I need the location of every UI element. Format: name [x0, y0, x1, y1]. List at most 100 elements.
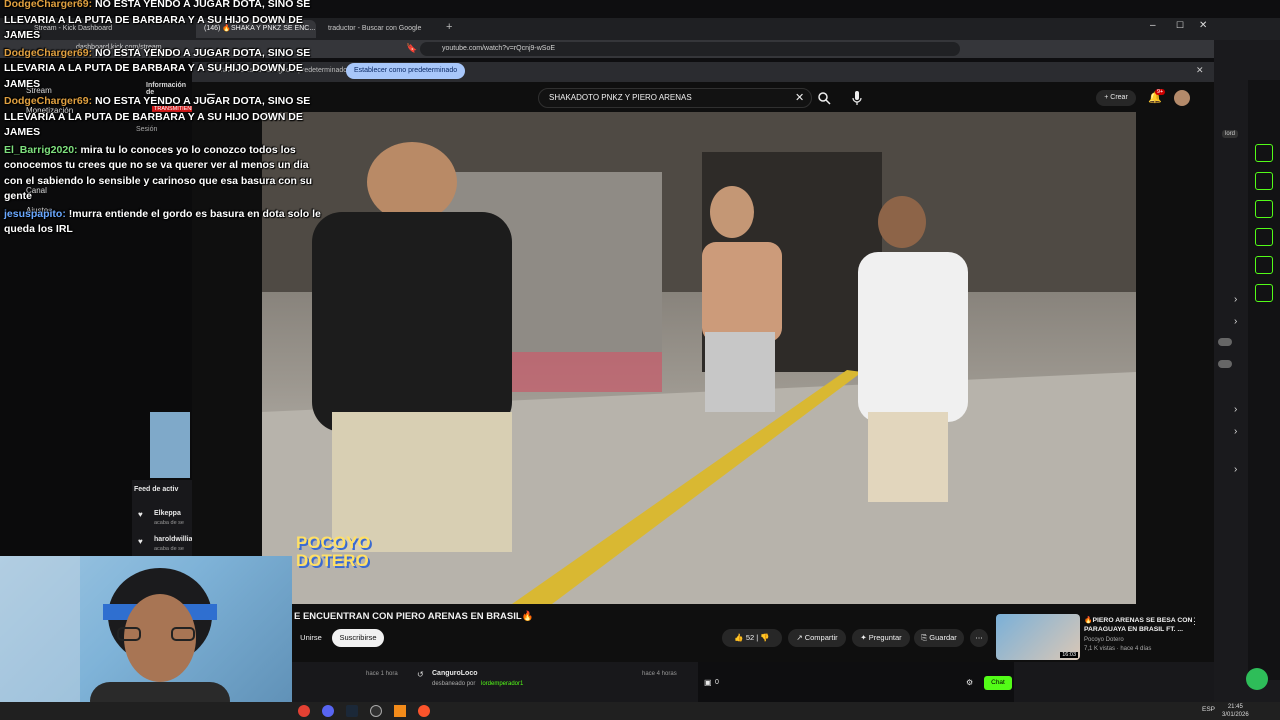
join-button[interactable]: Unirse — [296, 629, 326, 647]
brave-icon[interactable] — [418, 705, 430, 717]
like-icon[interactable]: 👍 — [734, 633, 743, 642]
toggle-switch[interactable] — [1218, 338, 1232, 346]
clock[interactable]: 21:45 3/01/2026 — [1222, 703, 1249, 719]
clock-time: 21:45 — [1227, 704, 1243, 710]
create-button[interactable]: + Crear — [1096, 90, 1136, 106]
notification-count: 9+ — [1155, 89, 1166, 95]
chevron-right-icon[interactable]: › — [1234, 316, 1237, 327]
discord-icon[interactable] — [322, 705, 334, 717]
tool-icon[interactable] — [1255, 200, 1273, 218]
tool-icon[interactable] — [1255, 172, 1273, 190]
url-text: youtube.com/watch?v=rQcnj9-wSoE — [442, 45, 556, 52]
video-frame — [262, 112, 1136, 604]
save-label: Guardar — [929, 633, 957, 642]
recommended-meta: Pocoyo Dotero 7,1 K vistas · hace 4 días — [1084, 636, 1151, 654]
chat-username: El_Barrig2020: — [4, 143, 78, 156]
share-button[interactable]: ↗ Compartir — [788, 629, 846, 647]
chat-username: DodgeCharger69: — [4, 0, 93, 10]
new-tab-icon[interactable]: + — [446, 21, 452, 33]
chat-message: El_Barrig2020: mira tu lo conoces yo lo … — [4, 143, 322, 205]
gift-icon[interactable]: ▣ — [704, 678, 712, 687]
lord-badge: lord — [1222, 130, 1239, 138]
minimize-icon[interactable]: – — [1150, 20, 1156, 31]
viewer-count: 0 — [715, 679, 719, 686]
chat-username: DodgeCharger69: — [4, 46, 93, 59]
tab-google-search[interactable]: traductor - Buscar con Google — [320, 20, 444, 38]
streamer-face — [0, 556, 230, 720]
chevron-right-icon[interactable]: › — [1234, 464, 1237, 475]
message-time: hace 4 horas — [642, 671, 677, 677]
clear-search-icon[interactable]: ✕ — [795, 91, 804, 104]
chat-message: DodgeCharger69: NO ESTA YENDO A JUGAR DO… — [4, 94, 322, 141]
unban-icon: ↺ — [417, 670, 424, 679]
chat-moderator[interactable]: lordemperador1 — [481, 681, 523, 687]
send-chat-button[interactable]: Chat — [984, 676, 1012, 690]
kick-chat-panel: hace 1 hora ↺ CanguroLoco desbaneado por… — [292, 662, 1214, 702]
microphone-icon[interactable] — [851, 90, 863, 106]
chat-username: DodgeCharger69: — [4, 95, 93, 107]
video-title: E ENCUENTRAN CON PIERO ARENAS EN BRASIL🔥 — [294, 611, 534, 622]
tool-rail: › › › › › — [1218, 80, 1280, 680]
recommended-thumbnail[interactable]: 16:03 — [996, 614, 1080, 660]
chat-username[interactable]: CanguroLoco — [432, 670, 478, 677]
steam-icon[interactable] — [346, 705, 358, 717]
ask-button[interactable]: ✦ Preguntar — [852, 629, 910, 647]
subscribe-button[interactable]: Suscribirse — [332, 629, 384, 647]
activity-name: haroldwillia — [154, 536, 192, 543]
chat-message: DodgeCharger69: NO ESTA YENDO A JUGAR DO… — [4, 0, 322, 44]
language-indicator[interactable]: ESP — [1202, 706, 1215, 713]
chat-message: jesuspapito: !murra entiende el gordo es… — [4, 207, 322, 238]
tool-icon[interactable] — [1255, 228, 1273, 246]
activity-name: Elkeppa — [154, 510, 181, 517]
like-count: 52 — [745, 633, 755, 642]
tab-label: traductor - Buscar con Google — [328, 25, 422, 32]
sparkle-icon: ✦ — [860, 633, 867, 642]
tool-icon[interactable] — [1255, 144, 1273, 162]
toggle-switch[interactable] — [1218, 360, 1232, 368]
close-window-icon[interactable]: ✕ — [1199, 20, 1207, 31]
ask-label: Preguntar — [868, 633, 902, 642]
clock-date: 3/01/2026 — [1222, 712, 1249, 718]
search-query: SHAKADOTO PNKZ Y PIERO ARENAS — [549, 93, 692, 102]
bookmark-icon[interactable]: 🔖 — [406, 43, 417, 54]
dislike-icon[interactable]: 👎 — [760, 633, 769, 642]
explorer-icon[interactable] — [394, 705, 406, 717]
save-icon: ⎘ — [921, 633, 928, 642]
chevron-right-icon[interactable]: › — [1234, 404, 1237, 415]
youtube-search-input[interactable]: SHAKADOTO PNKZ Y PIERO ARENAS — [538, 88, 812, 108]
webcam-overlay — [0, 556, 292, 720]
chat-input-area[interactable]: ▣ 0 ⚙ Chat — [698, 662, 1014, 702]
chevron-right-icon[interactable]: › — [1234, 294, 1237, 305]
recommended-channel: Pocoyo Dotero — [1084, 637, 1124, 643]
activity-header: Feed de activ — [134, 486, 179, 493]
address-bar[interactable]: youtube.com/watch?v=rQcnj9-wSoE — [420, 42, 960, 56]
preview-thumbnail — [150, 412, 190, 478]
help-chat-button[interactable] — [1246, 668, 1268, 690]
activity-feed: Feed de activ ♥ Elkeppa acaba de se ♥ ha… — [132, 480, 192, 556]
avatar[interactable] — [1174, 90, 1190, 106]
chat-action: desbaneado por — [432, 681, 476, 687]
more-icon: ⋯ — [975, 633, 983, 642]
obs-icon[interactable] — [370, 705, 382, 717]
create-label: Crear — [1110, 94, 1128, 101]
chat-username: jesuspapito: — [4, 207, 66, 220]
chevron-right-icon[interactable]: › — [1234, 426, 1237, 437]
watermark-line1: POCOYO — [296, 533, 371, 552]
maximize-icon[interactable]: ☐ — [1176, 20, 1184, 31]
close-infobar-icon[interactable]: ✕ — [1196, 65, 1204, 76]
set-default-button[interactable]: Establecer como predeterminado — [346, 63, 466, 79]
chat-message: DodgeCharger69: NO ESTA YENDO A JUGAR DO… — [4, 46, 322, 93]
recommended-menu-icon[interactable]: ⋮ — [1190, 616, 1199, 627]
tool-icon[interactable] — [1255, 284, 1273, 302]
heart-icon: ♥ — [138, 537, 143, 546]
search-icon[interactable] — [817, 91, 831, 105]
recommended-title[interactable]: 🔥PIERO ARENAS SE BESA CON PARAGUAYA EN B… — [1084, 616, 1194, 634]
video-player[interactable]: POCOYO DOTERO — [262, 112, 1136, 604]
tool-icon[interactable] — [1255, 256, 1273, 274]
more-actions-button[interactable]: ⋯ — [970, 629, 988, 647]
settings-icon[interactable]: ⚙ — [966, 678, 973, 687]
save-button[interactable]: ⎘ Guardar — [914, 629, 964, 647]
activity-sub: acaba de se — [154, 546, 184, 552]
like-dislike-group[interactable]: 👍 52 | 👎 — [722, 629, 782, 647]
chrome-icon[interactable] — [298, 705, 310, 717]
